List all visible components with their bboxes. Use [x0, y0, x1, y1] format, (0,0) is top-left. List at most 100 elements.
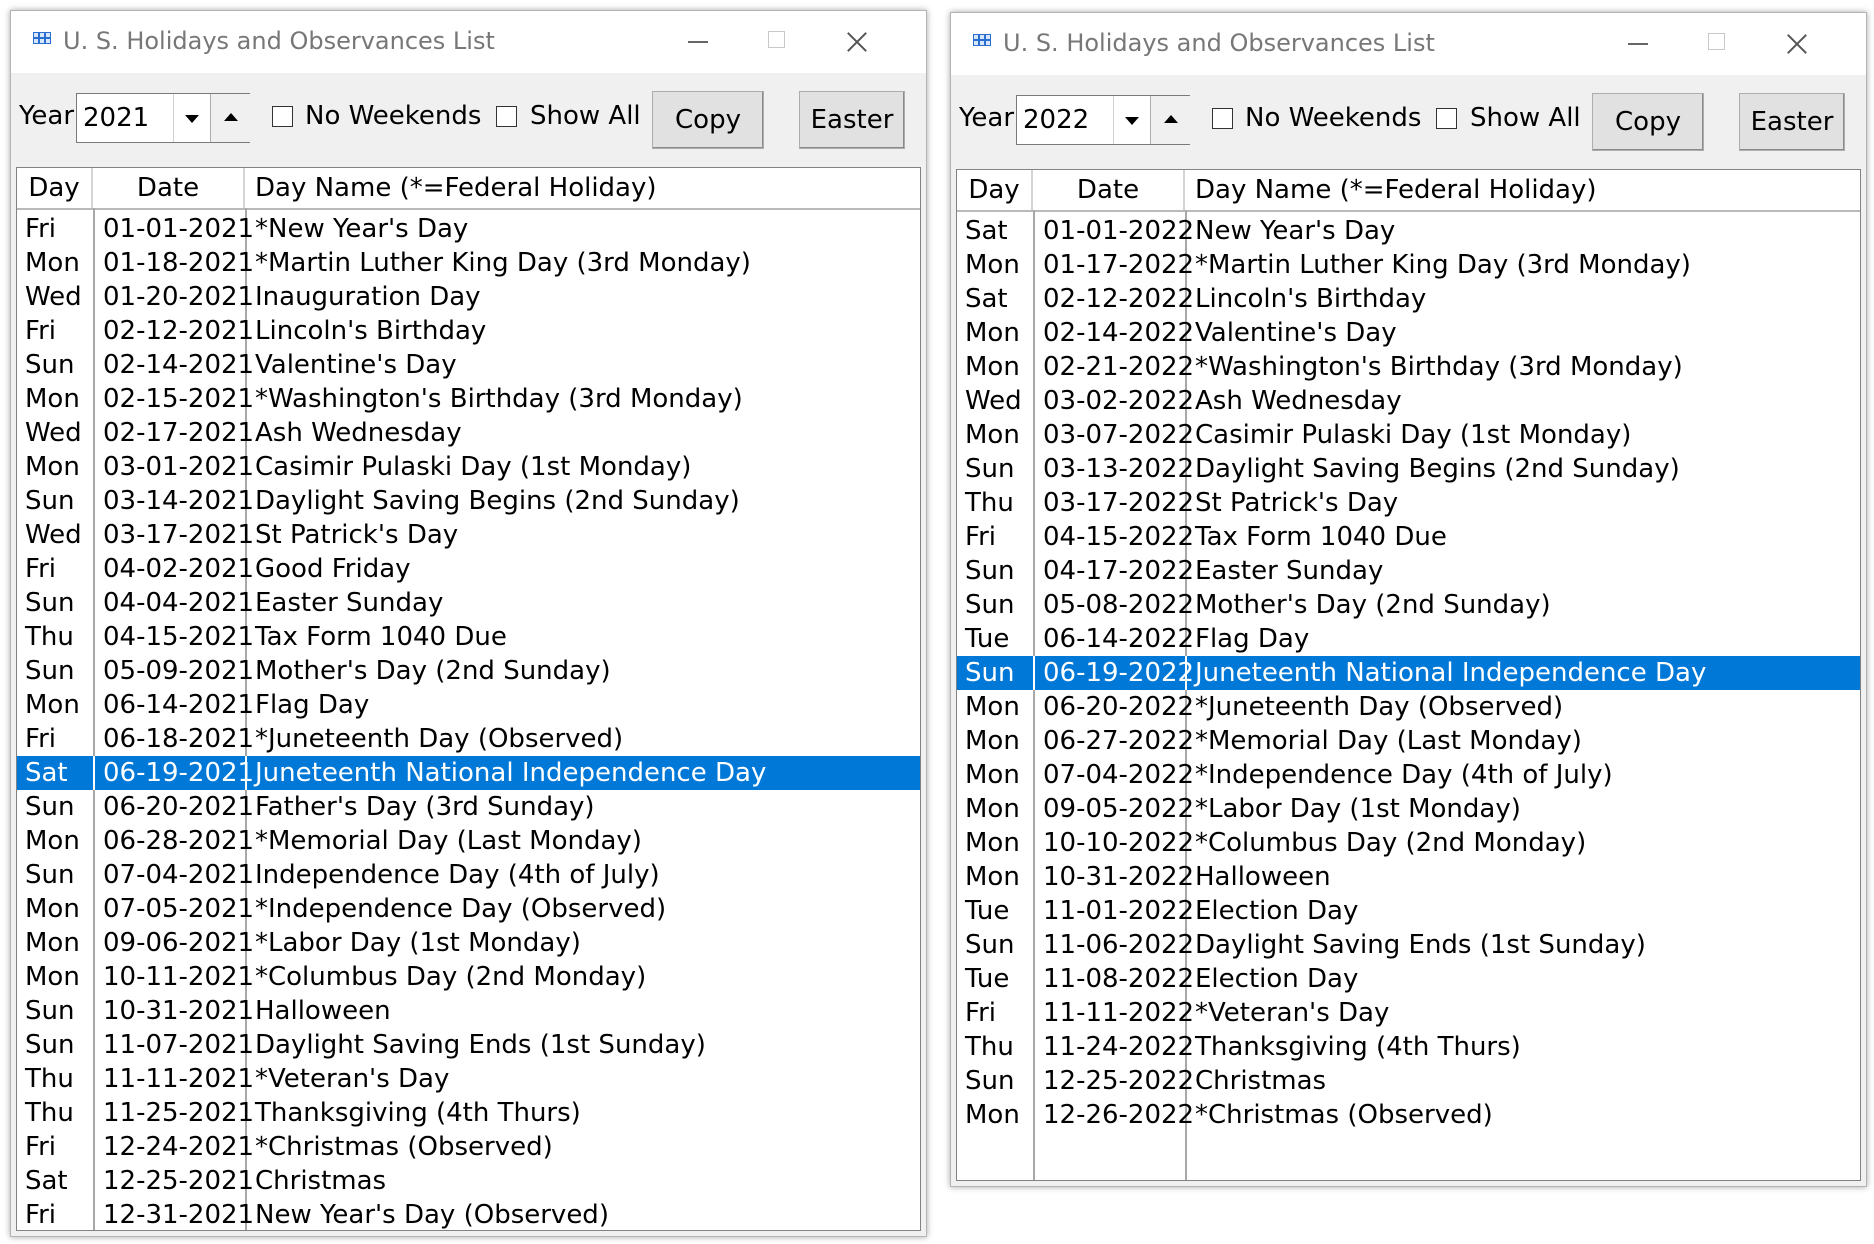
table-row[interactable]: Sun 04-04-2021 Easter Sunday	[17, 586, 920, 620]
table-row[interactable]: Sat 02-12-2022 Lincoln's Birthday	[957, 282, 1860, 316]
table-row[interactable]: Sun 10-31-2021 Halloween	[17, 994, 920, 1028]
table-row-selected[interactable]: Sun 06-19-2022 Juneteenth National Indepen…	[957, 656, 1860, 690]
table-row[interactable]: Mon 10-31-2022 Halloween	[957, 860, 1860, 894]
column-header-day-name[interactable]: Day Name (*=Federal Holiday)	[1185, 170, 1860, 210]
table-row[interactable]: Wed 03-17-2021 St Patrick's Day	[17, 518, 920, 552]
cell-day-name: Election Day	[1195, 896, 1359, 926]
table-row[interactable]: Fri 02-12-2021 Lincoln's Birthday	[17, 314, 920, 348]
table-row[interactable]: Mon 03-07-2022 Casimir Pulaski Day (1st Mo…	[957, 418, 1860, 452]
minimize-button[interactable]	[656, 11, 736, 73]
show-all-label[interactable]: Show All	[1470, 103, 1581, 133]
column-header-day[interactable]: Day	[957, 170, 1033, 210]
easter-button[interactable]: Easter	[1739, 93, 1845, 151]
cell-day-name: *New Year's Day	[255, 214, 469, 244]
table-row[interactable]: Mon 06-20-2022 *Juneteenth Day (Observed)	[957, 690, 1860, 724]
year-combobox[interactable]: 2021	[76, 93, 250, 143]
show-all-checkbox[interactable]	[496, 106, 517, 127]
cell-date: 06-27-2022	[1043, 726, 1195, 756]
table-row[interactable]: Sun 05-09-2021 Mother's Day (2nd Sunday)	[17, 654, 920, 688]
table-row[interactable]: Fri 01-01-2021 *New Year's Day	[17, 212, 920, 246]
spin-up-icon[interactable]	[210, 94, 250, 142]
chevron-down-icon[interactable]	[1113, 96, 1150, 144]
table-row[interactable]: Wed 01-20-2021 Inauguration Day	[17, 280, 920, 314]
cell-day-name: Daylight Saving Begins (2nd Sunday)	[255, 486, 740, 516]
maximize-button[interactable]	[1676, 13, 1756, 75]
year-value[interactable]: 2022	[1023, 105, 1089, 135]
table-row[interactable]: Mon 07-05-2021 *Independence Day (Observed…	[17, 892, 920, 926]
table-row[interactable]: Sun 07-04-2021 Independence Day (4th of Ju…	[17, 858, 920, 892]
chevron-down-icon[interactable]	[173, 94, 210, 142]
column-header-day-name[interactable]: Day Name (*=Federal Holiday)	[245, 168, 920, 208]
no-weekends-label[interactable]: No Weekends	[305, 101, 481, 131]
table-row[interactable]: Mon 06-28-2021 *Memorial Day (Last Monday)	[17, 824, 920, 858]
year-value[interactable]: 2021	[83, 103, 149, 133]
show-all-label[interactable]: Show All	[530, 101, 641, 131]
table-row[interactable]: Thu 11-25-2021 Thanksgiving (4th Thurs)	[17, 1096, 920, 1130]
table-row[interactable]: Tue 11-01-2022 Election Day	[957, 894, 1860, 928]
column-header-day[interactable]: Day	[17, 168, 93, 208]
cell-date: 03-01-2021	[103, 452, 255, 482]
table-row[interactable]: Sun 02-14-2021 Valentine's Day	[17, 348, 920, 382]
spin-up-icon[interactable]	[1150, 96, 1190, 144]
table-row[interactable]: Mon 09-05-2022 *Labor Day (1st Monday)	[957, 792, 1860, 826]
table-row[interactable]: Mon 10-10-2022 *Columbus Day (2nd Monday)	[957, 826, 1860, 860]
table-row[interactable]: Mon 02-14-2022 Valentine's Day	[957, 316, 1860, 350]
table-row[interactable]: Wed 02-17-2021 Ash Wednesday	[17, 416, 920, 450]
table-row[interactable]: Mon 12-26-2022 *Christmas (Observed)	[957, 1098, 1860, 1132]
table-row[interactable]: Fri 12-31-2021 New Year's Day (Observed)	[17, 1198, 920, 1230]
table-row[interactable]: Sun 06-20-2021 Father's Day (3rd Sunday)	[17, 790, 920, 824]
close-button[interactable]	[1756, 13, 1836, 75]
no-weekends-checkbox[interactable]	[1212, 108, 1233, 129]
table-row[interactable]: Sun 04-17-2022 Easter Sunday	[957, 554, 1860, 588]
maximize-button[interactable]	[736, 11, 816, 73]
table-row[interactable]: Fri 12-24-2021 *Christmas (Observed)	[17, 1130, 920, 1164]
table-row[interactable]: Mon 09-06-2021 *Labor Day (1st Monday)	[17, 926, 920, 960]
table-row[interactable]: Mon 06-14-2021 Flag Day	[17, 688, 920, 722]
no-weekends-label[interactable]: No Weekends	[1245, 103, 1421, 133]
table-row[interactable]: Mon 07-04-2022 *Independence Day (4th of J…	[957, 758, 1860, 792]
no-weekends-checkbox[interactable]	[272, 106, 293, 127]
table-row[interactable]: Sat 12-25-2021 Christmas	[17, 1164, 920, 1198]
table-row[interactable]: Fri 11-11-2022 *Veteran's Day	[957, 996, 1860, 1030]
table-row[interactable]: Mon 03-01-2021 Casimir Pulaski Day (1st Mo…	[17, 450, 920, 484]
table-row[interactable]: Sat 01-01-2022 New Year's Day	[957, 214, 1860, 248]
table-row[interactable]: Mon 10-11-2021 *Columbus Day (2nd Monday)	[17, 960, 920, 994]
holiday-list[interactable]: Day Date Day Name (*=Federal Holiday) Fr…	[16, 167, 921, 1231]
table-row[interactable]: Thu 11-24-2022 Thanksgiving (4th Thurs)	[957, 1030, 1860, 1064]
table-row[interactable]: Sun 12-25-2022 Christmas	[957, 1064, 1860, 1098]
close-button[interactable]	[816, 11, 896, 73]
copy-button[interactable]: Copy	[652, 91, 764, 149]
copy-button[interactable]: Copy	[1592, 93, 1704, 151]
table-row[interactable]: Sun 11-07-2021 Daylight Saving Ends (1st S…	[17, 1028, 920, 1062]
table-row[interactable]: Sun 03-13-2022 Daylight Saving Begins (2nd…	[957, 452, 1860, 486]
table-row[interactable]: Mon 01-17-2022 *Martin Luther King Day (3r…	[957, 248, 1860, 282]
column-header-date[interactable]: Date	[93, 168, 245, 208]
table-row[interactable]: Fri 04-15-2022 Tax Form 1040 Due	[957, 520, 1860, 554]
title-bar[interactable]: U. S. Holidays and Observances List	[11, 11, 926, 73]
title-bar[interactable]: U. S. Holidays and Observances List	[951, 13, 1866, 75]
table-row[interactable]: Fri 04-02-2021 Good Friday	[17, 552, 920, 586]
table-row[interactable]: Mon 02-15-2021 *Washington's Birthday (3rd…	[17, 382, 920, 416]
table-row[interactable]: Mon 06-27-2022 *Memorial Day (Last Monday)	[957, 724, 1860, 758]
minimize-button[interactable]	[1596, 13, 1676, 75]
table-row[interactable]: Thu 11-11-2021 *Veteran's Day	[17, 1062, 920, 1096]
table-row[interactable]: Thu 04-15-2021 Tax Form 1040 Due	[17, 620, 920, 654]
cell-date: 04-02-2021	[103, 554, 255, 584]
table-row[interactable]: Sun 03-14-2021 Daylight Saving Begins (2nd…	[17, 484, 920, 518]
table-row[interactable]: Tue 11-08-2022 Election Day	[957, 962, 1860, 996]
table-row[interactable]: Mon 02-21-2022 *Washington's Birthday (3rd…	[957, 350, 1860, 384]
table-row[interactable]: Thu 03-17-2022 St Patrick's Day	[957, 486, 1860, 520]
column-header-date[interactable]: Date	[1033, 170, 1185, 210]
table-row[interactable]: Sun 05-08-2022 Mother's Day (2nd Sunday)	[957, 588, 1860, 622]
holiday-list[interactable]: Day Date Day Name (*=Federal Holiday) Sa…	[956, 169, 1861, 1181]
table-row[interactable]: Fri 06-18-2021 *Juneteenth Day (Observed)	[17, 722, 920, 756]
easter-button[interactable]: Easter	[799, 91, 905, 149]
show-all-checkbox[interactable]	[1436, 108, 1457, 129]
table-row-selected[interactable]: Sat 06-19-2021 Juneteenth National Indepen…	[17, 756, 920, 790]
cell-day-name: St Patrick's Day	[255, 520, 459, 550]
table-row[interactable]: Tue 06-14-2022 Flag Day	[957, 622, 1860, 656]
table-row[interactable]: Sun 11-06-2022 Daylight Saving Ends (1st S…	[957, 928, 1860, 962]
year-combobox[interactable]: 2022	[1016, 95, 1190, 145]
table-row[interactable]: Wed 03-02-2022 Ash Wednesday	[957, 384, 1860, 418]
table-row[interactable]: Mon 01-18-2021 *Martin Luther King Day (3r…	[17, 246, 920, 280]
